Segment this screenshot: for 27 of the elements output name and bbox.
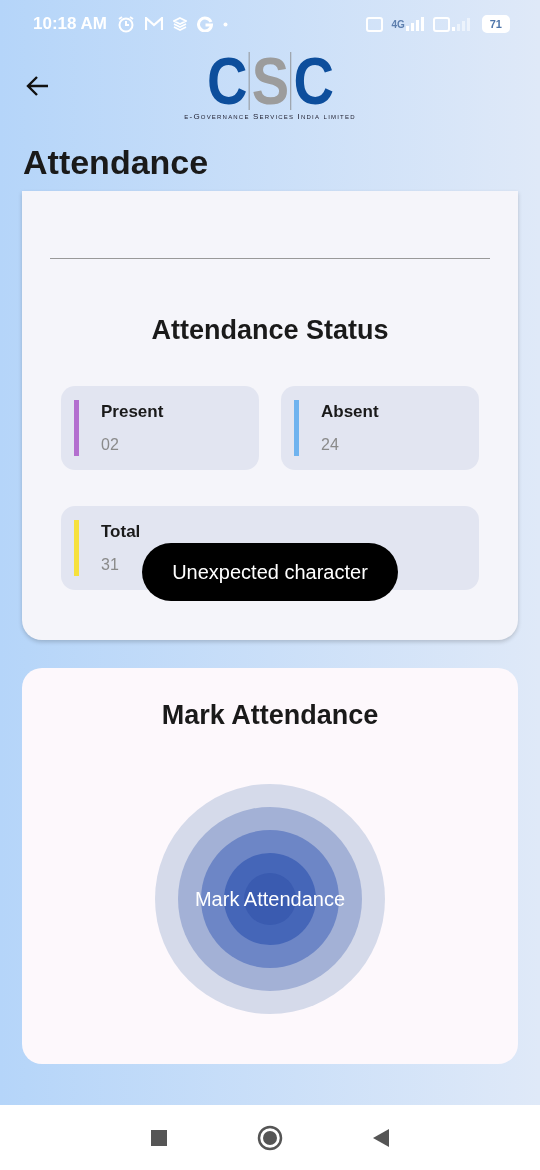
stat-value: 31: [101, 556, 119, 574]
stat-value: 24: [321, 436, 339, 454]
network-type: 4G: [391, 18, 405, 30]
toast-message: Unexpected character: [172, 560, 368, 584]
back-icon[interactable]: [373, 1128, 389, 1147]
alarm-clock-icon: [117, 15, 135, 33]
google-icon: [197, 16, 213, 32]
recent-apps-icon[interactable]: [151, 1129, 167, 1146]
mail-icon: [145, 17, 163, 31]
stat-label: Total: [101, 522, 141, 542]
stat-value: 02: [101, 436, 119, 454]
logo-tagline: e-Governance Services India limited: [184, 112, 356, 121]
logo-text: CSC: [204, 52, 336, 110]
stat-label: Absent: [321, 402, 379, 422]
home-icon[interactable]: [257, 1124, 283, 1151]
mark-attendance-button[interactable]: Mark Attendance: [155, 784, 385, 1014]
status-time: 10:18 AM: [33, 14, 107, 34]
battery-level: 71: [481, 15, 510, 33]
section-heading: Mark Attendance: [161, 700, 379, 731]
layers-icon: [173, 17, 187, 31]
signal-icon: [449, 17, 472, 31]
section-heading: Attendance Status: [151, 315, 389, 346]
dot-icon: [223, 21, 228, 27]
page-title: Attendance: [23, 143, 209, 182]
signal-icon: [404, 17, 425, 31]
stat-label: Present: [101, 402, 164, 422]
back-arrow-icon[interactable]: [26, 75, 50, 97]
